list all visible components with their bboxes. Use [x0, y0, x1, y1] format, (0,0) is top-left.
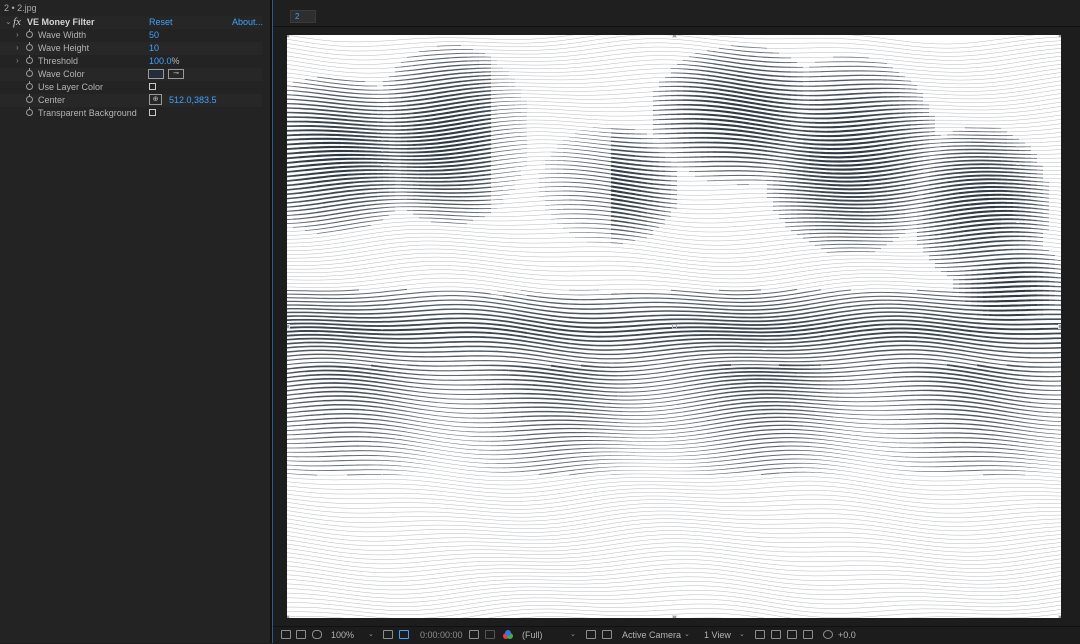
prop-label: Wave Height	[38, 43, 89, 53]
stopwatch-icon[interactable]	[26, 31, 33, 38]
current-time[interactable]: 0:00:00:00	[420, 630, 463, 640]
composition-canvas[interactable]	[287, 35, 1061, 618]
resolution-dropdown[interactable]: (Full)	[522, 630, 543, 640]
layer-handle[interactable]	[287, 324, 290, 329]
composition-tab[interactable]: 2	[290, 10, 316, 23]
prop-use-layer-color: Use Layer Color	[0, 81, 262, 94]
timeline-icon[interactable]	[787, 630, 797, 639]
use-layer-color-checkbox[interactable]	[149, 83, 156, 90]
threshold-value[interactable]: 100.0	[149, 56, 172, 66]
anchor-point[interactable]	[672, 324, 677, 329]
prop-wave-width: › Wave Width 50	[0, 29, 262, 42]
prop-label: Center	[38, 95, 65, 105]
center-value[interactable]: 512.0,383.5	[169, 95, 217, 105]
stopwatch-icon[interactable]	[26, 44, 33, 51]
prop-label: Wave Width	[38, 30, 86, 40]
composition-viewer: 2 100% ⌄ 0:00:00:00 (Full) ⌄ Active	[273, 0, 1080, 643]
effect-controls-panel: 2 • 2.jpg ⌄ fx VE Money Filter Reset Abo…	[0, 0, 270, 643]
layer-handle[interactable]	[672, 615, 677, 618]
viewer-footer: 100% ⌄ 0:00:00:00 (Full) ⌄ Active Camera…	[273, 626, 1080, 644]
view-layout-dropdown[interactable]: 1 View	[704, 630, 731, 640]
zoom-dropdown[interactable]: 100%	[331, 630, 354, 640]
show-snapshot-icon[interactable]	[485, 630, 495, 639]
twirl-arrow-icon[interactable]: ›	[16, 30, 19, 39]
prop-center: Center ⊕ 512.0,383.5	[0, 94, 262, 107]
prop-wave-height: › Wave Height 10	[0, 42, 262, 55]
stopwatch-icon[interactable]	[26, 70, 33, 77]
prop-threshold: › Threshold 100.0%	[0, 55, 262, 68]
exposure-value[interactable]: +0.0	[838, 630, 856, 640]
snapshot-icon[interactable]	[469, 630, 479, 639]
prop-transparent-background: Transparent Background	[0, 107, 262, 120]
prop-wave-color: Wave Color ⊸	[0, 68, 262, 81]
viewer-header: 2	[273, 0, 1080, 27]
chevron-down-icon[interactable]: ⌄	[368, 630, 374, 638]
fx-icon[interactable]: fx	[13, 16, 21, 28]
chevron-down-icon[interactable]: ⌄	[739, 630, 745, 638]
prop-label: Use Layer Color	[38, 82, 103, 92]
wave-height-value[interactable]: 10	[149, 43, 159, 53]
prop-label: Wave Color	[38, 69, 85, 79]
threshold-unit: %	[172, 56, 180, 66]
grid-icon[interactable]	[383, 630, 393, 639]
transparency-grid-icon[interactable]	[399, 630, 409, 639]
wave-color-swatch[interactable]	[148, 69, 164, 79]
prop-label: Transparent Background	[38, 108, 137, 118]
twirl-arrow-icon[interactable]: ›	[16, 43, 19, 52]
color-channel-icon[interactable]	[503, 630, 513, 640]
layer-handle[interactable]	[1058, 35, 1061, 38]
wave-width-value[interactable]: 50	[149, 30, 159, 40]
crosshair-icon[interactable]: ⊕	[149, 94, 162, 105]
chevron-down-icon[interactable]: ⌄	[570, 630, 576, 638]
about-button[interactable]: About...	[232, 17, 263, 27]
stopwatch-icon[interactable]	[26, 109, 33, 116]
toggle-transparency-icon[interactable]	[602, 630, 612, 639]
effect-header-row[interactable]: ⌄ fx VE Money Filter Reset About...	[0, 16, 262, 29]
stopwatch-icon[interactable]	[26, 57, 33, 64]
layer-handle[interactable]	[672, 35, 677, 38]
eyedropper-icon[interactable]: ⊸	[168, 69, 184, 79]
twirl-arrow-icon[interactable]: ›	[16, 56, 19, 65]
prop-label: Threshold	[38, 56, 78, 66]
layer-handle[interactable]	[1058, 615, 1061, 618]
toggle-pixel-aspect-icon[interactable]	[755, 630, 765, 639]
fast-previews-icon[interactable]	[771, 630, 781, 639]
always-preview-icon[interactable]	[281, 630, 291, 639]
vr-goggles-icon[interactable]	[312, 630, 322, 639]
transparent-background-checkbox[interactable]	[149, 109, 156, 116]
region-of-interest-icon[interactable]	[586, 630, 596, 639]
layer-handle[interactable]	[1058, 324, 1061, 329]
chevron-down-icon[interactable]: ⌄	[684, 630, 690, 638]
layer-handle[interactable]	[287, 35, 290, 38]
monitor-icon[interactable]	[296, 630, 306, 639]
camera-dropdown[interactable]: Active Camera	[622, 630, 681, 640]
effect-name: VE Money Filter	[27, 17, 95, 27]
panel-title: 2 • 2.jpg	[4, 3, 37, 13]
stopwatch-icon[interactable]	[26, 96, 33, 103]
layer-handle[interactable]	[287, 615, 290, 618]
threshold-field[interactable]: 100.0%	[149, 56, 180, 66]
stopwatch-icon[interactable]	[26, 83, 33, 90]
flowchart-icon[interactable]	[803, 630, 813, 639]
twirl-arrow-icon[interactable]: ⌄	[5, 17, 12, 26]
reset-button[interactable]: Reset	[149, 17, 173, 27]
reset-exposure-icon[interactable]	[823, 630, 833, 639]
